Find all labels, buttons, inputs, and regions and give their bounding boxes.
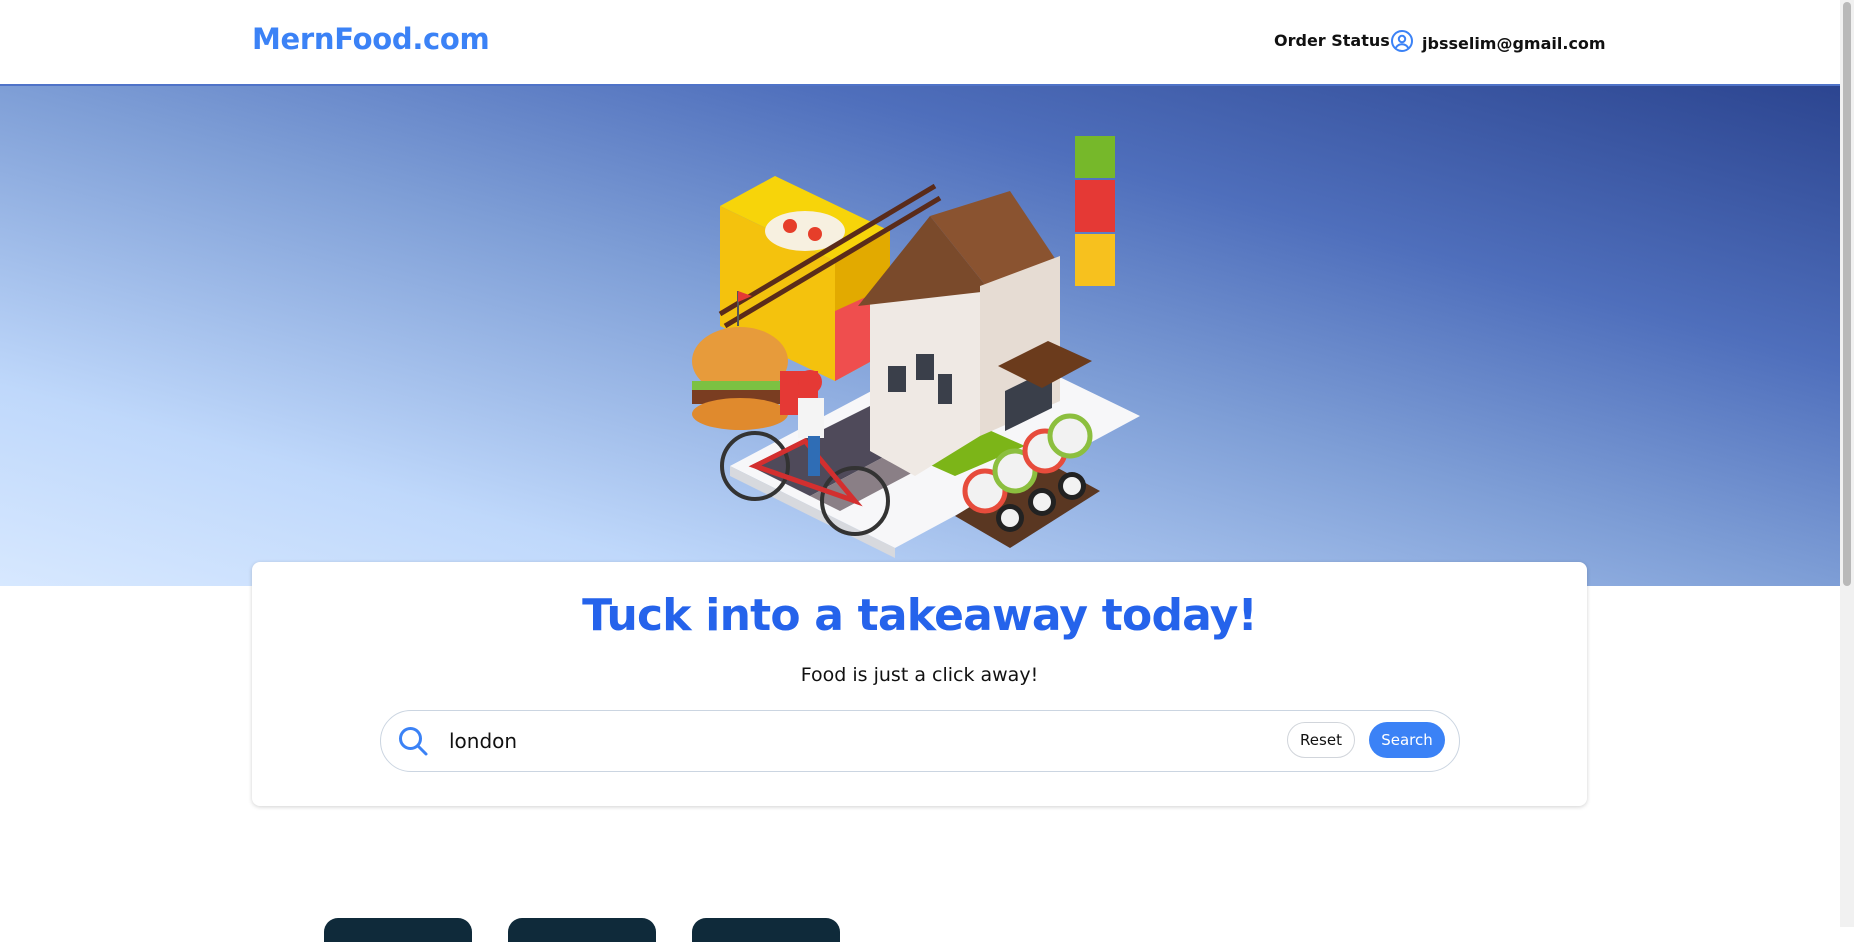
reset-button[interactable]: Reset [1287, 722, 1355, 758]
order-status-link[interactable]: Order Status [1274, 31, 1390, 50]
hero-illustration [692, 136, 1140, 558]
hero-banner [0, 86, 1840, 586]
search-input[interactable] [447, 724, 1051, 758]
user-circle-icon [1390, 29, 1414, 57]
search-card: Tuck into a takeaway today! Food is just… [252, 562, 1587, 806]
search-icon [397, 725, 429, 761]
cuisine-chip[interactable] [324, 918, 472, 942]
user-email: jbsselim@gmail.com [1422, 33, 1606, 53]
top-nav: MernFood.com Order Status jbsselim@gmail… [0, 0, 1840, 86]
site-logo[interactable]: MernFood.com [252, 22, 490, 56]
page-title: Tuck into a takeaway today! [582, 590, 1258, 641]
search-button[interactable]: Search [1369, 722, 1445, 758]
search-form: Reset Search [380, 710, 1460, 772]
page-subtitle: Food is just a click away! [800, 664, 1039, 686]
cuisine-chip[interactable] [508, 918, 656, 942]
user-menu[interactable]: jbsselim@gmail.com [1390, 29, 1606, 57]
cuisine-chip[interactable] [692, 918, 840, 942]
scrollbar-thumb[interactable] [1843, 2, 1851, 586]
page-scrollbar[interactable] [1840, 0, 1854, 927]
